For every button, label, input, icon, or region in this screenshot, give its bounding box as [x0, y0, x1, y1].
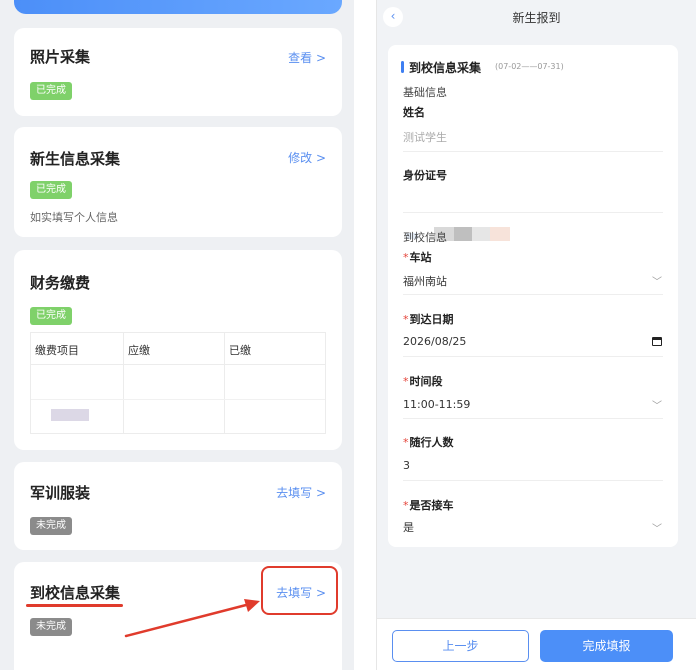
status-badge: 未完成	[30, 517, 72, 535]
date-input[interactable]: 2026/08/25	[403, 335, 466, 348]
blurred-cell	[51, 409, 89, 421]
fill-link[interactable]: 去填写 >	[276, 484, 326, 501]
section-title: 到校信息采集	[409, 61, 482, 75]
highlight-box	[261, 566, 338, 615]
nav-bar: ‹ 新生报到	[377, 0, 696, 34]
highlight-underline	[26, 604, 123, 607]
fee-card: 财务缴费 已完成 缴费项目 应缴 已缴	[14, 250, 342, 450]
pickup-select[interactable]: 是	[403, 519, 414, 535]
arrow-annotation-icon	[124, 599, 260, 638]
chevron-down-icon[interactable]: ﹀	[652, 397, 662, 412]
screenshot-root: 照片采集 查看 > 已完成 新生信息采集 修改 > 已完成 如实填写个人信息 财…	[0, 0, 696, 670]
card-title: 到校信息采集	[30, 584, 121, 602]
card-title: 新生信息采集	[30, 150, 121, 168]
bottom-action-bar: 上一步 完成填报	[377, 618, 696, 670]
form-card: 到校信息采集 (07-02——07-31) 基础信息 姓名 测试学生 身份证号 …	[388, 45, 678, 547]
station-label: *车站	[403, 251, 432, 264]
task-list-panel: 照片采集 查看 > 已完成 新生信息采集 修改 > 已完成 如实填写个人信息 财…	[0, 0, 354, 670]
card-hint: 如实填写个人信息	[30, 211, 118, 224]
column-header-due: 应缴	[128, 344, 150, 357]
section-date-range: (07-02——07-31)	[495, 62, 564, 71]
date-label: *到达日期	[403, 313, 454, 326]
card-title: 军训服装	[30, 484, 91, 502]
status-badge: 未完成	[30, 618, 72, 636]
id-number-label: 身份证号	[403, 169, 447, 182]
status-badge: 已完成	[30, 307, 72, 325]
group-label-arrival: 到校信息	[403, 231, 447, 244]
name-field[interactable]: 测试学生	[403, 129, 447, 145]
companions-label: *随行人数	[403, 436, 454, 449]
chevron-down-icon[interactable]: ﹀	[652, 273, 662, 288]
page-title: 新生报到	[512, 11, 561, 25]
card-title: 照片采集	[30, 48, 91, 66]
time-slot-label: *时间段	[403, 375, 443, 388]
chevron-down-icon[interactable]: ﹀	[652, 520, 662, 535]
previous-button[interactable]: 上一步	[392, 630, 529, 662]
group-label-basic: 基础信息	[403, 86, 447, 99]
view-link[interactable]: 查看 >	[288, 49, 326, 66]
companions-input[interactable]: 3	[403, 459, 410, 472]
column-header-item: 缴费项目	[35, 344, 79, 357]
calendar-icon[interactable]	[652, 337, 662, 346]
photo-card: 照片采集 查看 > 已完成	[14, 28, 342, 116]
form-panel: ‹ 新生报到 到校信息采集 (07-02——07-31) 基础信息 姓名 测试学…	[376, 0, 696, 670]
finish-button[interactable]: 完成填报	[540, 630, 673, 662]
name-label: 姓名	[403, 106, 425, 119]
pickup-label: *是否接车	[403, 499, 454, 512]
top-banner	[14, 0, 342, 14]
info-card: 新生信息采集 修改 > 已完成 如实填写个人信息	[14, 127, 342, 237]
station-select[interactable]: 福州南站	[403, 273, 447, 289]
panel-divider	[354, 0, 376, 670]
edit-link[interactable]: 修改 >	[288, 149, 326, 166]
time-slot-select[interactable]: 11:00-11:59	[403, 398, 470, 411]
status-badge: 已完成	[30, 181, 72, 199]
uniform-card: 军训服装 去填写 > 未完成	[14, 462, 342, 550]
card-title: 财务缴费	[30, 274, 91, 292]
fee-table: 缴费项目 应缴 已缴	[30, 332, 326, 434]
column-header-paid: 已缴	[229, 344, 251, 357]
section-marker	[401, 61, 404, 73]
status-badge: 已完成	[30, 82, 72, 100]
